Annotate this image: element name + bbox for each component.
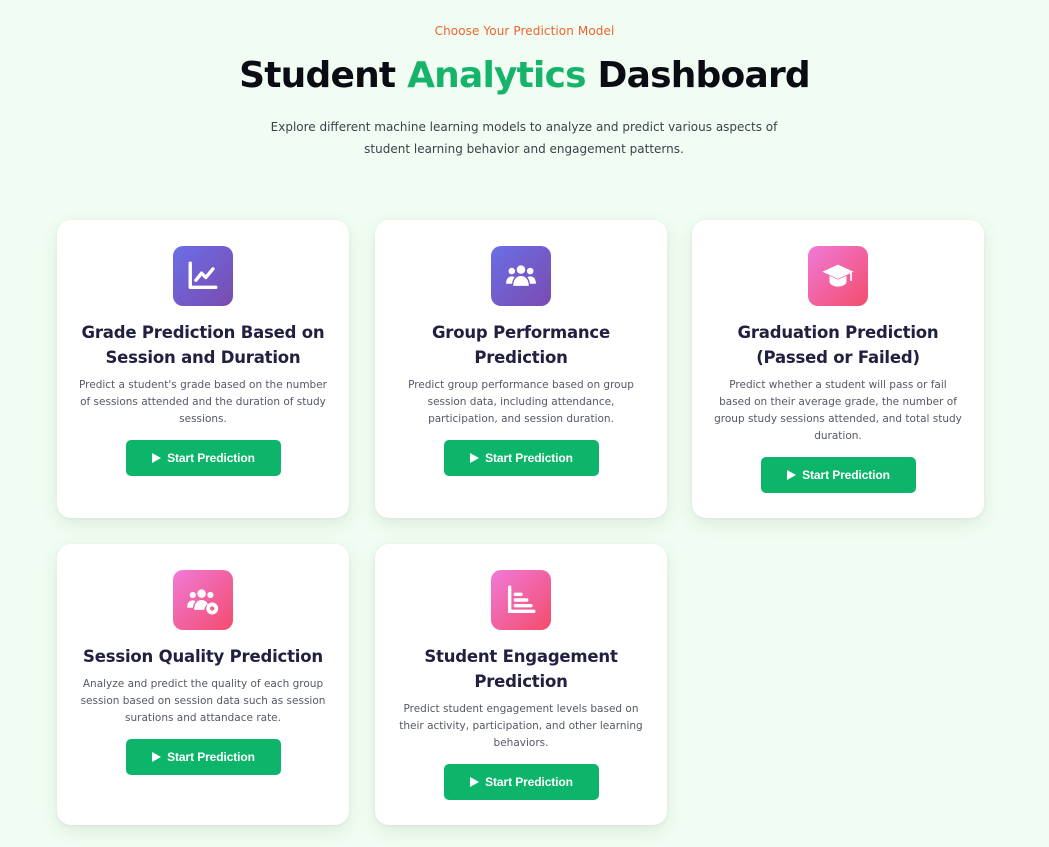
card-title: Graduation Prediction (Passed or Failed) bbox=[737, 323, 939, 367]
users-icon bbox=[491, 246, 551, 306]
play-icon bbox=[152, 453, 162, 463]
eyebrow-label: Choose Your Prediction Model bbox=[434, 24, 615, 38]
graduation-cap-icon bbox=[808, 246, 868, 306]
card-grade-prediction: Grade Prediction Based on Session and Du… bbox=[57, 220, 349, 518]
button-label: Start Prediction bbox=[167, 451, 255, 465]
button-label: Start Prediction bbox=[485, 775, 573, 789]
card-title: Session Quality Prediction bbox=[83, 647, 323, 666]
card-title: Grade Prediction Based on Session and Du… bbox=[81, 323, 325, 367]
play-icon bbox=[152, 752, 162, 762]
play-icon bbox=[470, 777, 480, 787]
title-part-2: Dashboard bbox=[585, 55, 811, 96]
play-icon bbox=[787, 470, 797, 480]
users-gear-icon bbox=[173, 570, 233, 630]
page-title: Student Analytics Dashboard bbox=[0, 52, 1049, 100]
card-description: Predict group performance based on group… bbox=[408, 379, 634, 425]
title-accent: Analytics bbox=[407, 55, 587, 96]
bar-chart-list-icon bbox=[491, 570, 551, 630]
button-label: Start Prediction bbox=[802, 468, 890, 482]
card-description: Predict a student's grade based on the n… bbox=[79, 379, 327, 425]
page-subtitle: Explore different machine learning model… bbox=[270, 120, 778, 156]
start-prediction-button[interactable]: Start Prediction bbox=[444, 440, 599, 476]
play-icon bbox=[470, 453, 480, 463]
start-prediction-button[interactable]: Start Prediction bbox=[126, 440, 281, 476]
card-group-performance: Group Performance Prediction Predict gro… bbox=[375, 220, 667, 518]
card-graduation-prediction: Graduation Prediction (Passed or Failed)… bbox=[692, 220, 984, 518]
button-label: Start Prediction bbox=[167, 750, 255, 764]
card-title: Group Performance Prediction bbox=[431, 323, 611, 367]
card-session-quality: Session Quality Prediction Analyze and p… bbox=[57, 544, 349, 825]
title-part-1: Student bbox=[239, 55, 408, 96]
card-description: Analyze and predict the quality of each … bbox=[80, 678, 326, 724]
card-student-engagement: Student Engagement Prediction Predict st… bbox=[375, 544, 667, 825]
start-prediction-button[interactable]: Start Prediction bbox=[126, 739, 281, 775]
card-title: Student Engagement Prediction bbox=[424, 647, 618, 691]
start-prediction-button[interactable]: Start Prediction bbox=[444, 764, 599, 800]
start-prediction-button[interactable]: Start Prediction bbox=[761, 457, 916, 493]
card-description: Predict whether a student will pass or f… bbox=[714, 379, 962, 442]
button-label: Start Prediction bbox=[485, 451, 573, 465]
line-chart-icon bbox=[173, 246, 233, 306]
card-description: Predict student engagement levels based … bbox=[399, 703, 643, 749]
